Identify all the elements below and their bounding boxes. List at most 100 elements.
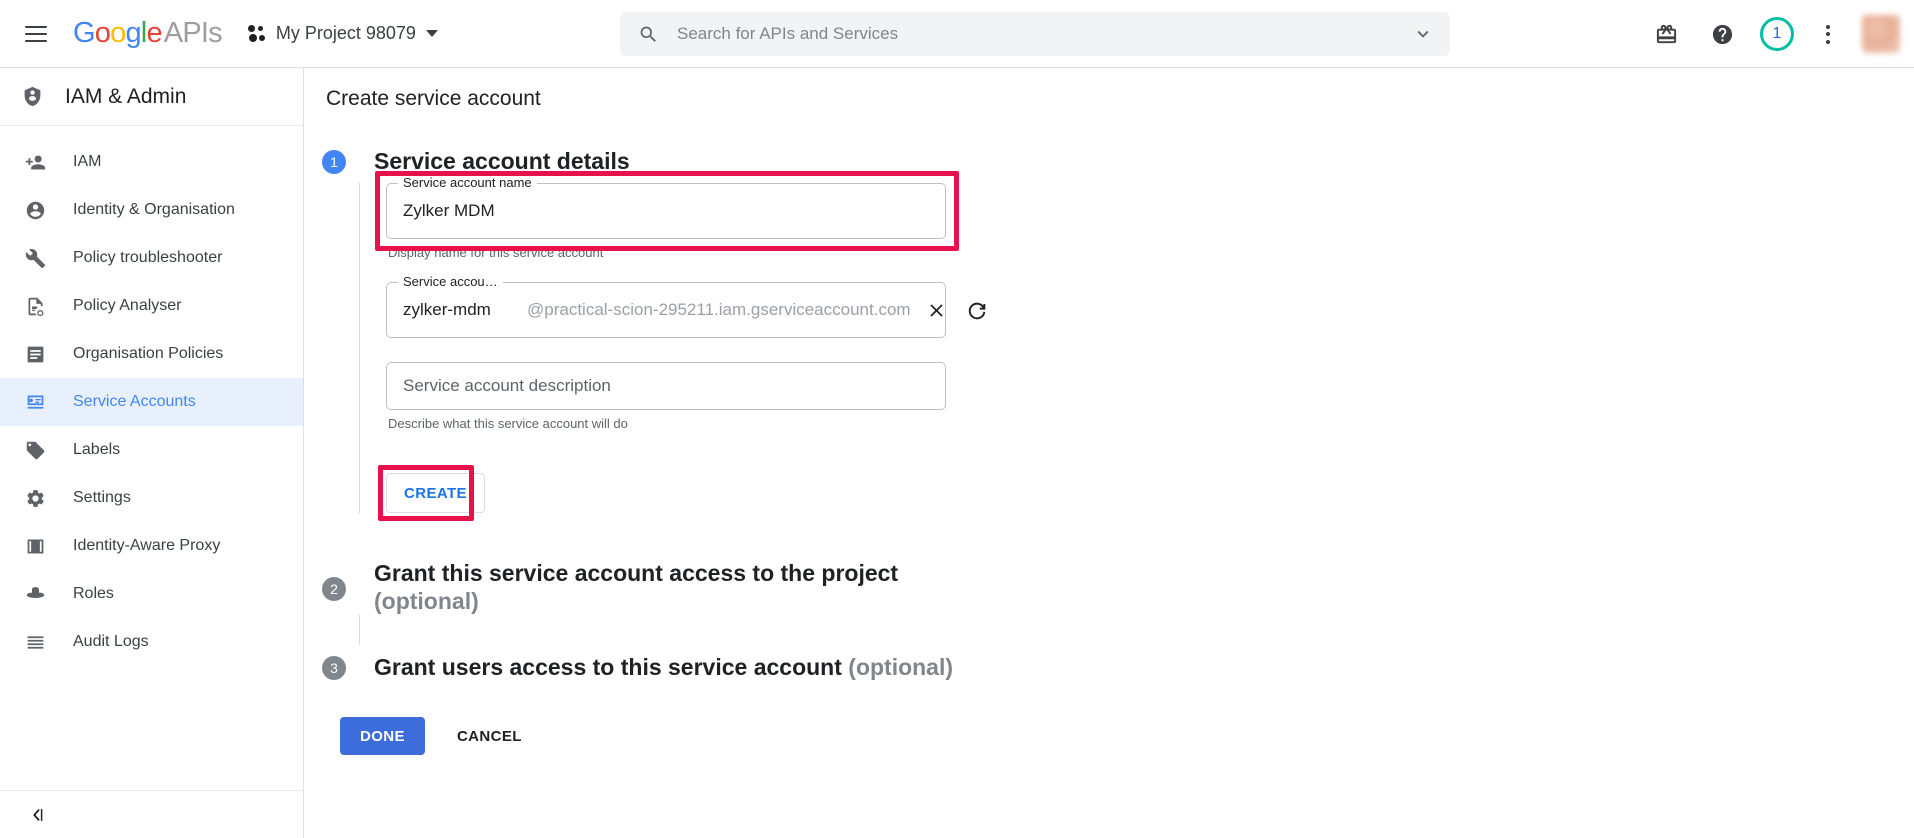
wrench-icon: [25, 248, 46, 269]
close-icon[interactable]: [925, 298, 949, 322]
sidebar-item-policy-troubleshooter[interactable]: Policy troubleshooter: [0, 234, 303, 282]
roles-hat-icon: [25, 584, 46, 605]
topbar-actions: 1: [1648, 0, 1900, 68]
sidebar-item-identity-organisation[interactable]: Identity & Organisation: [0, 186, 303, 234]
more-options-icon[interactable]: [1814, 19, 1842, 50]
sidebar-item-settings[interactable]: Settings: [0, 474, 303, 522]
main-content: Create service account 1 Service account…: [304, 68, 1914, 838]
search-icon: [638, 24, 659, 45]
create-button-group: CREATE: [378, 465, 485, 522]
page-title: Create service account: [326, 87, 541, 110]
service-account-id-field[interactable]: Service accou… @practical-scion-295211.i…: [386, 275, 985, 339]
account-circle-icon: [25, 200, 46, 221]
service-account-description-input[interactable]: [387, 376, 945, 397]
step-2-heading: Grant this service account access to the…: [374, 560, 899, 615]
service-account-name-input[interactable]: [387, 201, 945, 222]
service-account-name-field[interactable]: Service account name: [386, 176, 946, 240]
sidebar-item-labels[interactable]: Labels: [0, 426, 303, 474]
service-account-name-legend: Service account name: [398, 176, 537, 190]
step-connector-line: [359, 615, 360, 646]
sidebar-item-roles[interactable]: Roles: [0, 570, 303, 618]
sidebar-item-label: Policy troubleshooter: [73, 249, 223, 266]
account-avatar[interactable]: [1862, 15, 1900, 53]
service-account-id-domain-suffix: @practical-scion-295211.iam.gserviceacco…: [527, 300, 911, 320]
sidebar-item-organisation-policies[interactable]: Organisation Policies: [0, 330, 303, 378]
service-account-id-row: @practical-scion-295211.iam.gserviceacco…: [387, 298, 985, 322]
sidebar-nav-list: IAM Identity & Organisation Policy troub…: [0, 126, 303, 666]
form-footer-actions: DONE CANCEL: [340, 717, 1914, 756]
logo-letter-o2: o: [110, 17, 126, 49]
hamburger-line: [25, 32, 47, 35]
sidebar-item-label: IAM: [73, 153, 102, 170]
logo-letter-g: g: [125, 17, 141, 49]
sidebar-item-label: Audit Logs: [73, 633, 149, 650]
google-apis-logo[interactable]: GoogleAPIs: [73, 17, 223, 49]
sidebar-item-label: Identity & Organisation: [73, 201, 235, 218]
top-app-bar: GoogleAPIs My Project 98079 1: [0, 0, 1914, 68]
step-1-service-account-details: 1 Service account details: [322, 147, 1914, 175]
chevron-down-icon: [425, 30, 438, 37]
sidebar-item-label: Roles: [73, 585, 114, 602]
project-name-label: My Project 98079: [275, 23, 416, 43]
search-input[interactable]: [675, 23, 1396, 45]
step-3-heading: Grant users access to this service accou…: [374, 654, 954, 681]
done-button[interactable]: DONE: [340, 717, 425, 756]
logo-apis-text: APIs: [163, 17, 223, 49]
sidebar-header: IAM & Admin: [0, 68, 303, 126]
sidebar-item-label: Settings: [73, 489, 131, 506]
document-search-icon: [25, 296, 46, 317]
service-account-name-group: Service account name Display name for th…: [375, 171, 1914, 261]
sidebar-item-service-accounts[interactable]: Service Accounts: [0, 378, 303, 426]
logo-letter-o1: o: [94, 17, 111, 49]
cancel-button[interactable]: CANCEL: [441, 717, 538, 755]
create-service-account-form: 1 Service account details Service accoun…: [304, 109, 1914, 756]
step-2-number-badge: 2: [322, 577, 346, 602]
list-document-icon: [25, 344, 46, 365]
service-account-description-helper: Describe what this service account will …: [388, 416, 628, 432]
sidebar-item-label: Policy Analyser: [73, 297, 182, 314]
proxy-icon: [25, 536, 46, 557]
service-account-name-helper: Display name for this service account: [388, 245, 604, 261]
person-add-icon: [25, 152, 46, 173]
service-account-description-field[interactable]: [386, 362, 946, 411]
sidebar-item-policy-analyser[interactable]: Policy Analyser: [0, 282, 303, 330]
search-expand-chevron-down-icon[interactable]: [1396, 12, 1450, 56]
sidebar-item-identity-aware-proxy[interactable]: Identity-Aware Proxy: [0, 522, 303, 570]
collapse-left-icon: [33, 808, 43, 821]
step-1-number-badge: 1: [322, 150, 346, 174]
service-account-description-group: Describe what this service account will …: [386, 362, 1914, 431]
search-bar[interactable]: [620, 12, 1450, 56]
step-1-heading: Service account details: [374, 148, 630, 174]
create-button[interactable]: CREATE: [386, 473, 485, 514]
sidebar-title: IAM & Admin: [65, 84, 187, 108]
sidebar-item-label: Identity-Aware Proxy: [73, 537, 221, 554]
step-3-number-badge: 3: [322, 656, 346, 681]
help-icon[interactable]: [1704, 16, 1740, 52]
notifications-badge[interactable]: 1: [1760, 17, 1794, 51]
service-account-id-group: Service accou… @practical-scion-295211.i…: [386, 275, 1914, 339]
sidebar-item-label: Labels: [73, 441, 121, 458]
step-2-optional-label: (optional): [374, 588, 479, 615]
hamburger-line: [25, 39, 47, 42]
refresh-icon[interactable]: [965, 298, 989, 322]
sidebar-item-iam[interactable]: IAM: [0, 138, 303, 186]
step-3-grant-user-access[interactable]: 3 Grant users access to this service acc…: [322, 653, 1914, 681]
gift-icon[interactable]: [1648, 16, 1684, 52]
sidebar-collapse-button[interactable]: [0, 790, 304, 838]
step-2-grant-project-access[interactable]: 2 Grant this service account access to t…: [322, 559, 1914, 615]
step-1-body: Service account name Display name for th…: [359, 171, 1914, 522]
service-account-id-actions: [925, 298, 989, 322]
audit-logs-icon: [25, 632, 46, 653]
hamburger-menu-icon[interactable]: [12, 10, 60, 58]
service-account-id-legend: Service accou…: [398, 275, 503, 289]
tag-icon: [25, 440, 46, 461]
sidebar-item-audit-logs[interactable]: Audit Logs: [0, 618, 303, 666]
step-3-optional-label: (optional): [848, 654, 954, 681]
service-account-key-icon: [25, 392, 46, 413]
project-selector[interactable]: My Project 98079: [244, 14, 442, 54]
project-dots-icon: [247, 24, 268, 43]
logo-letter-e: e: [146, 17, 162, 49]
service-account-id-input[interactable]: [387, 300, 517, 321]
sidebar-item-label: Service Accounts: [73, 393, 196, 410]
sidebar-item-label: Organisation Policies: [73, 345, 224, 362]
